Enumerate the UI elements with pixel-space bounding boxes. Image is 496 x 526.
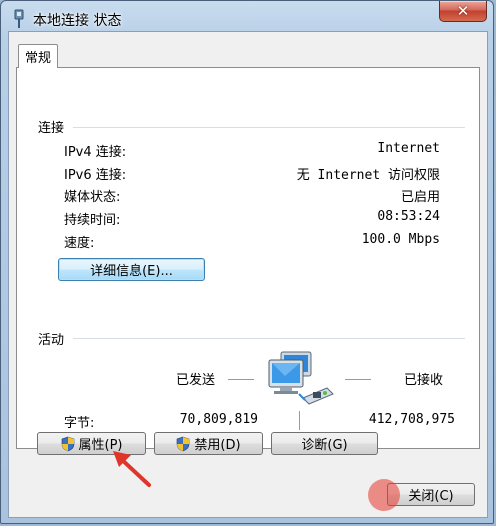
network-computers-icon	[268, 351, 334, 405]
details-button-label: 详细信息(E)...	[90, 264, 173, 279]
details-button[interactable]: 详细信息(E)...	[58, 258, 205, 281]
duration-label: 持续时间:	[64, 213, 121, 228]
sent-label: 已发送	[176, 373, 216, 388]
connection-group-divider	[73, 127, 465, 129]
received-dash	[345, 379, 371, 380]
activity-separator	[299, 411, 300, 430]
uac-shield-icon	[61, 436, 74, 451]
tab-general[interactable]: 常规	[18, 44, 58, 68]
diagnose-button-label: 诊断(G)	[301, 438, 348, 453]
uac-shield-icon	[177, 436, 190, 451]
network-adapter-icon	[14, 9, 24, 28]
watermark-mark	[368, 479, 400, 511]
disable-button-label: 禁用(D)	[194, 438, 241, 453]
media-state-value: 已启用	[400, 190, 440, 205]
bytes-label: 字节:	[64, 416, 95, 431]
dialog-client-area: 常规 连接 IPv4 连接: Internet IPv6 连接: 无 Inter…	[8, 31, 488, 518]
red-arrow	[113, 451, 151, 487]
general-tab-panel: 连接 IPv4 连接: Internet IPv6 连接: 无 Internet…	[16, 67, 480, 449]
diagnose-button[interactable]: 诊断(G)	[271, 432, 378, 455]
sent-dash	[228, 379, 254, 380]
ipv6-value: 无 Internet 访问权限	[296, 168, 440, 183]
activity-group-divider	[73, 338, 465, 340]
speed-label: 速度:	[64, 236, 95, 251]
duration-value: 08:53:24	[377, 209, 440, 224]
ipv4-label: IPv4 连接:	[64, 145, 127, 160]
media-state-label: 媒体状态:	[64, 190, 121, 205]
connection-group-label: 连接	[38, 121, 65, 136]
activity-group-label: 活动	[38, 333, 65, 348]
ipv4-value: Internet	[377, 141, 440, 156]
status-dialog-window: 本地连接 状态 ✕ 常规 连接 IPv4 连接: Internet IPv6 连…	[0, 0, 494, 524]
watermark-logo	[368, 477, 484, 521]
close-icon: ✕	[456, 1, 470, 20]
ipv6-label: IPv6 连接:	[64, 168, 127, 183]
window-title: 本地连接 状态	[33, 13, 122, 29]
disable-button[interactable]: 禁用(D)	[154, 432, 263, 455]
bytes-received-value: 412,708,975	[368, 412, 455, 427]
speed-value: 100.0 Mbps	[361, 232, 440, 247]
bytes-sent-value: 70,809,819	[179, 412, 258, 427]
received-label: 已接收	[404, 373, 444, 388]
window-close-button[interactable]: ✕	[439, 1, 487, 22]
